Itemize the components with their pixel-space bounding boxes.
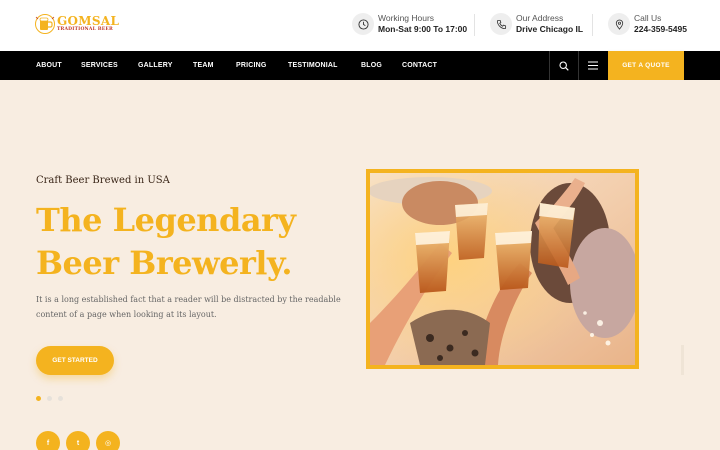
- hero-title: The Legendary Beer Brewerly.: [36, 199, 356, 285]
- working-hours-info: Working Hours Mon-Sat 9:00 To 17:00: [352, 13, 467, 35]
- facebook-icon: f: [46, 439, 50, 447]
- phone-icon: [490, 13, 512, 35]
- nav-item-about[interactable]: ABOUT: [36, 51, 62, 80]
- nav-item-contact[interactable]: CONTACT: [402, 51, 437, 80]
- header-divider: [592, 14, 593, 36]
- nav-item-pricing[interactable]: PRICING: [236, 51, 267, 80]
- instagram-link[interactable]: ◎: [96, 431, 120, 450]
- working-hours-label: Working Hours: [378, 13, 435, 24]
- nav-item-blog[interactable]: BLOG: [361, 51, 382, 80]
- twitter-link[interactable]: t: [66, 431, 90, 450]
- hero-title-line-1: The Legendary: [36, 201, 296, 239]
- nav-item-team[interactable]: TEAM: [193, 51, 214, 80]
- hero-photo: [366, 169, 639, 369]
- working-hours-value: Mon-Sat 9:00 To 17:00: [378, 24, 468, 34]
- get-a-quote-button[interactable]: GET A QUOTE: [608, 51, 684, 80]
- slider-dot-1[interactable]: [36, 396, 41, 401]
- scroll-handle[interactable]: [681, 345, 684, 375]
- facebook-link[interactable]: f: [36, 431, 60, 450]
- address-value: Drive Chicago IL: [516, 24, 584, 34]
- brand-tagline: TRADITIONAL BEER: [57, 27, 113, 33]
- address-info: Our Address Drive Chicago IL: [490, 13, 583, 35]
- header-divider: [474, 14, 475, 36]
- beer-toast-photo: [370, 173, 635, 365]
- clock-icon: [352, 13, 374, 35]
- slider-dot-3[interactable]: [58, 396, 63, 401]
- search-button[interactable]: [549, 51, 578, 80]
- location-icon: [608, 13, 630, 35]
- nav-item-testimonial[interactable]: TESTIMONIAL: [288, 51, 338, 80]
- instagram-icon: ◎: [104, 440, 112, 447]
- call-us-info: Call Us 224-359-5495: [608, 13, 687, 35]
- brand-logo[interactable]: GOMSAL TRADITIONAL BEER: [35, 13, 119, 35]
- nav-item-services[interactable]: SERVICES: [81, 51, 118, 80]
- slider-dot-2[interactable]: [47, 396, 52, 401]
- address-label: Our Address: [516, 13, 564, 24]
- menu-button[interactable]: [578, 51, 607, 80]
- call-us-value[interactable]: 224-359-5495: [634, 24, 687, 35]
- top-header: GOMSAL TRADITIONAL BEER Working Hours Mo…: [0, 0, 720, 51]
- brand-name: GOMSAL: [57, 14, 120, 29]
- search-icon: [559, 60, 569, 71]
- get-started-button[interactable]: GET STARTED: [36, 346, 114, 375]
- hero-description: It is a long established fact that a rea…: [36, 295, 341, 319]
- hamburger-menu-icon: [588, 61, 598, 70]
- hero-subtitle: Craft Beer Brewed in USA: [36, 175, 170, 186]
- hero-title-line-2: Beer Brewerly.: [36, 244, 293, 282]
- nav-item-gallery[interactable]: GALLERY: [138, 51, 173, 80]
- twitter-icon: t: [76, 439, 80, 447]
- beer-mug-logo-icon: [35, 14, 55, 34]
- call-us-label: Call Us: [634, 13, 662, 24]
